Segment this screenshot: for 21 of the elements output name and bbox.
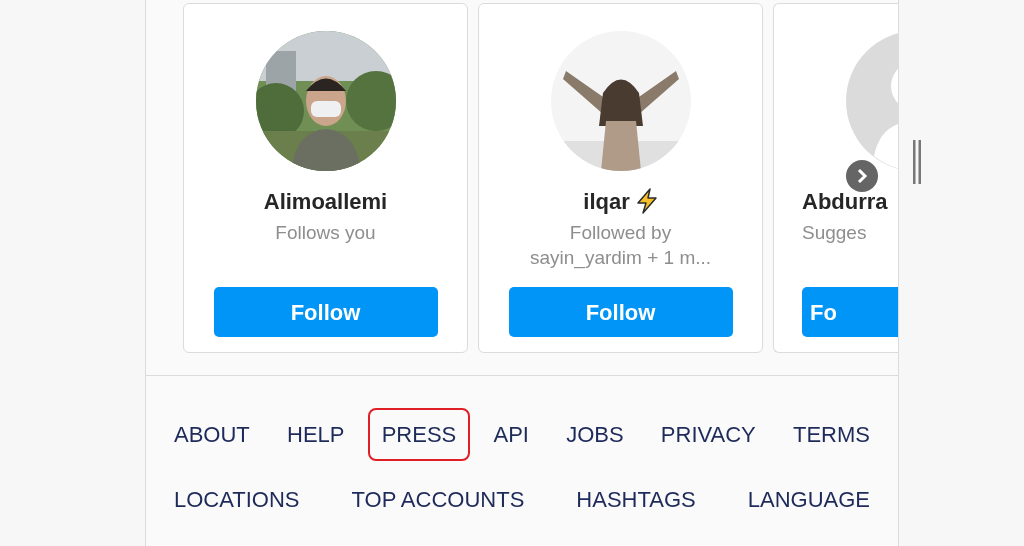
footer-link[interactable]: API — [479, 408, 543, 461]
subtitle-text: Follows you — [275, 221, 376, 245]
subtitle-text: Sugges — [802, 221, 867, 245]
footer-link[interactable]: TOP ACCOUNTS — [337, 473, 539, 526]
footer-link[interactable]: HASHTAGS — [562, 473, 710, 526]
footer-link[interactable]: PRESS — [367, 408, 471, 461]
username[interactable]: Alimoallemi — [263, 184, 388, 218]
subtitle-text: sayin_yardim + 1 m... — [529, 246, 712, 270]
footer-link[interactable]: LANGUAGE — [733, 473, 884, 526]
lightning-icon — [635, 188, 658, 214]
subtitle-text: Followed by — [569, 221, 672, 245]
footer-link[interactable]: JOBS — [552, 408, 638, 461]
footer-link[interactable]: LOCATIONS — [160, 473, 314, 526]
footer-link[interactable]: HELP — [273, 408, 359, 461]
username[interactable]: ilqar — [583, 184, 630, 218]
footer-link[interactable]: TERMS — [779, 408, 884, 461]
username[interactable]: Abdurra — [802, 184, 888, 218]
scroll-handle-icon[interactable] — [912, 140, 922, 184]
footer-link[interactable]: PRIVACY — [646, 408, 770, 461]
footer-link[interactable]: ABOUT — [160, 408, 264, 461]
chevron-right-icon — [855, 168, 869, 184]
